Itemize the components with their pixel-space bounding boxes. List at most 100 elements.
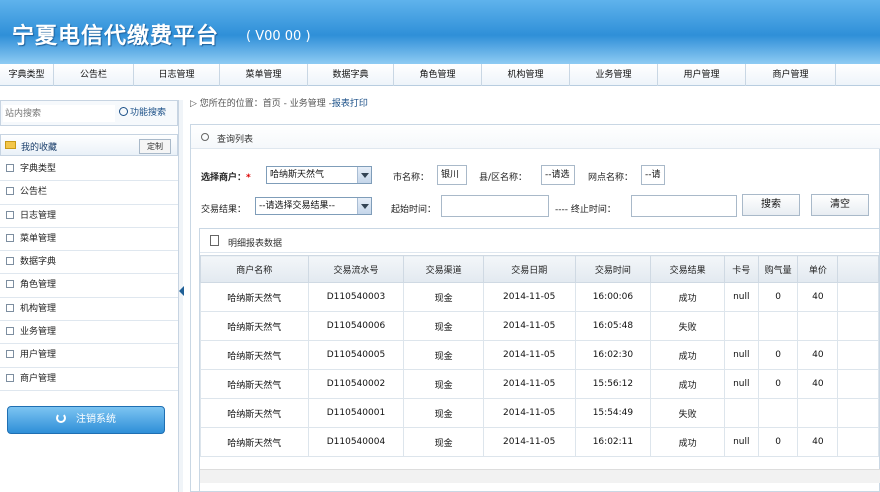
horizontal-scrollbar[interactable] <box>200 469 880 483</box>
nav-item[interactable]: 数据字典 <box>308 64 394 86</box>
sidebar-item-label: 数据字典 <box>20 257 57 268</box>
district-field[interactable]: --请选 <box>541 165 575 185</box>
table-cell <box>837 311 879 341</box>
sidebar-item[interactable]: 菜单管理 <box>0 228 178 252</box>
sidebar-item-label: 公告栏 <box>20 187 48 198</box>
column-header[interactable]: 单价 <box>797 255 839 283</box>
table-row[interactable]: 哈纳斯天然气 D110540003 现金 2014-11-05 16:00:06 成功 nu… <box>200 282 879 312</box>
sidebar-item-label: 商户管理 <box>20 373 57 384</box>
table-cell: D110540003 <box>307 282 405 312</box>
table-cell: 2014-11-05 <box>482 398 576 428</box>
nav-item[interactable]: 菜单管理 <box>220 64 308 86</box>
app-header: 宁夏电信代缴费平台 ( V00 00 ) <box>0 0 880 64</box>
table-cell: 哈纳斯天然气 <box>200 340 309 370</box>
sidebar-splitter[interactable] <box>178 100 184 492</box>
table-row[interactable]: 哈纳斯天然气 D110540004 现金 2014-11-05 16:02:11 成功 nu… <box>200 427 879 457</box>
site-search: 功能搜索 <box>0 100 178 126</box>
outlet-field[interactable]: --请 <box>641 165 665 185</box>
table-cell: 成功 <box>650 282 725 312</box>
logout-button[interactable]: 注销系统 <box>7 406 165 434</box>
table-cell: 现金 <box>403 427 484 457</box>
expand-icon <box>6 303 14 312</box>
column-header[interactable] <box>837 255 879 283</box>
table-cell: 0 <box>757 340 799 370</box>
folder-icon <box>5 141 16 149</box>
power-icon <box>56 413 66 423</box>
nav-item[interactable]: 公告栏 <box>54 64 134 86</box>
column-header[interactable]: 交易时间 <box>574 255 652 283</box>
column-header[interactable]: 交易结果 <box>650 255 725 283</box>
table-cell <box>837 369 879 399</box>
column-header[interactable]: 交易流水号 <box>307 255 405 283</box>
query-panel-header: 查询列表 <box>191 125 880 149</box>
start-time-label: 起始时间： <box>391 205 437 215</box>
nav-item[interactable]: 业务管理 <box>570 64 658 86</box>
column-header[interactable]: 购气量 <box>757 255 799 283</box>
column-header[interactable]: 交易渠道 <box>403 255 484 283</box>
detail-report-title: 明细报表数据 <box>228 239 283 249</box>
site-search-input[interactable] <box>3 105 115 122</box>
expand-icon <box>6 350 14 359</box>
sidebar-item[interactable]: 公告栏 <box>0 181 178 205</box>
table-cell: 成功 <box>650 340 725 370</box>
collapse-arrow-icon[interactable] <box>179 286 184 296</box>
sidebar-item[interactable]: 日志管理 <box>0 205 178 228</box>
sidebar-item[interactable]: 数据字典 <box>0 251 178 275</box>
expand-icon <box>6 187 14 196</box>
sidebar-menu: 字典类型公告栏日志管理菜单管理数据字典角色管理 机构管理 业务管理用户管理商户管理 <box>0 158 178 391</box>
table-cell: D110540004 <box>307 427 405 457</box>
table-cell: 0 <box>757 427 799 457</box>
customize-button[interactable]: 定制 <box>139 139 171 154</box>
table-row[interactable]: 哈纳斯天然气 D110540001 现金 2014-11-05 15:54:49 失败 <box>200 398 879 428</box>
table-header-row: 商户名称 交易流水号 交易渠道 交易日期 交易时间 交易结果 卡号 购气量 单价 <box>200 255 879 283</box>
start-time-field[interactable] <box>441 195 549 217</box>
column-header[interactable]: 商户名称 <box>200 255 309 283</box>
table-row[interactable]: 哈纳斯天然气 D110540006 现金 2014-11-05 16:05:48 失败 <box>200 311 879 341</box>
city-field[interactable]: 银川 <box>437 165 467 185</box>
table-cell: 现金 <box>403 282 484 312</box>
sidebar-item[interactable]: 用户管理 <box>0 344 178 368</box>
table-cell: 16:00:06 <box>574 282 652 312</box>
sidebar-item[interactable]: 机构管理 <box>0 298 178 322</box>
table-row[interactable]: 哈纳斯天然气 D110540002 现金 2014-11-05 15:56:12 成功 nu… <box>200 369 879 399</box>
table-cell <box>723 311 759 341</box>
search-button[interactable]: 搜索 <box>742 194 800 216</box>
sidebar-item-label: 菜单管理 <box>20 233 57 244</box>
clear-button[interactable]: 清空 <box>811 194 869 216</box>
table-cell: 2014-11-05 <box>482 311 576 341</box>
table-cell: 2014-11-05 <box>482 427 576 457</box>
sidebar-item[interactable]: 角色管理 <box>0 274 178 298</box>
nav-item[interactable]: 商户管理 <box>746 64 836 86</box>
nav-item[interactable]: 角色管理 <box>394 64 482 86</box>
column-header[interactable]: 交易日期 <box>482 255 576 283</box>
table-cell: 现金 <box>403 398 484 428</box>
nav-item[interactable]: 字典类型 <box>0 64 54 86</box>
sidebar-item-label: 用户管理 <box>20 350 57 361</box>
nav-item[interactable]: 日志管理 <box>134 64 220 86</box>
detail-report-panel: 明细报表数据 商户名称 交易流水号 交易渠道 交易日期 交易时间 交易结果 卡号 购气量 单价 … <box>199 228 880 492</box>
end-time-field[interactable] <box>631 195 737 217</box>
breadcrumb-current[interactable]: 报表打印 <box>332 99 368 109</box>
sidebar-item[interactable]: 字典类型 <box>0 158 178 182</box>
sidebar-item-label: 日志管理 <box>20 210 57 221</box>
sidebar-item-label: 字典类型 <box>20 164 57 174</box>
logout-label: 注销系统 <box>76 414 116 425</box>
sidebar-item[interactable]: 业务管理 <box>0 321 178 345</box>
table-row[interactable]: 哈纳斯天然气 D110540005 现金 2014-11-05 16:02:30 成功 nu… <box>200 340 879 370</box>
result-select[interactable]: --请选择交易结果-- <box>255 197 372 215</box>
merchant-select[interactable]: 哈纳斯天然气 <box>266 166 372 184</box>
table-cell: 2014-11-05 <box>482 282 576 312</box>
table-cell: 16:02:11 <box>574 427 652 457</box>
function-search-label: 功能搜索 <box>130 108 167 118</box>
breadcrumb-prefix: 您所在的位置：首页 - 业务管理 - <box>199 99 332 109</box>
table-cell: D110540002 <box>307 369 405 399</box>
table-cell: 成功 <box>650 427 725 457</box>
nav-item[interactable]: 机构管理 <box>482 64 570 86</box>
sidebar-item[interactable]: 商户管理 <box>0 368 178 391</box>
table-cell <box>837 398 879 428</box>
table-cell: 16:02:30 <box>574 340 652 370</box>
table-cell: 失败 <box>650 398 725 428</box>
nav-item[interactable]: 用户管理 <box>658 64 746 86</box>
column-header[interactable]: 卡号 <box>723 255 759 283</box>
function-search-button[interactable]: 功能搜索 <box>119 105 166 122</box>
